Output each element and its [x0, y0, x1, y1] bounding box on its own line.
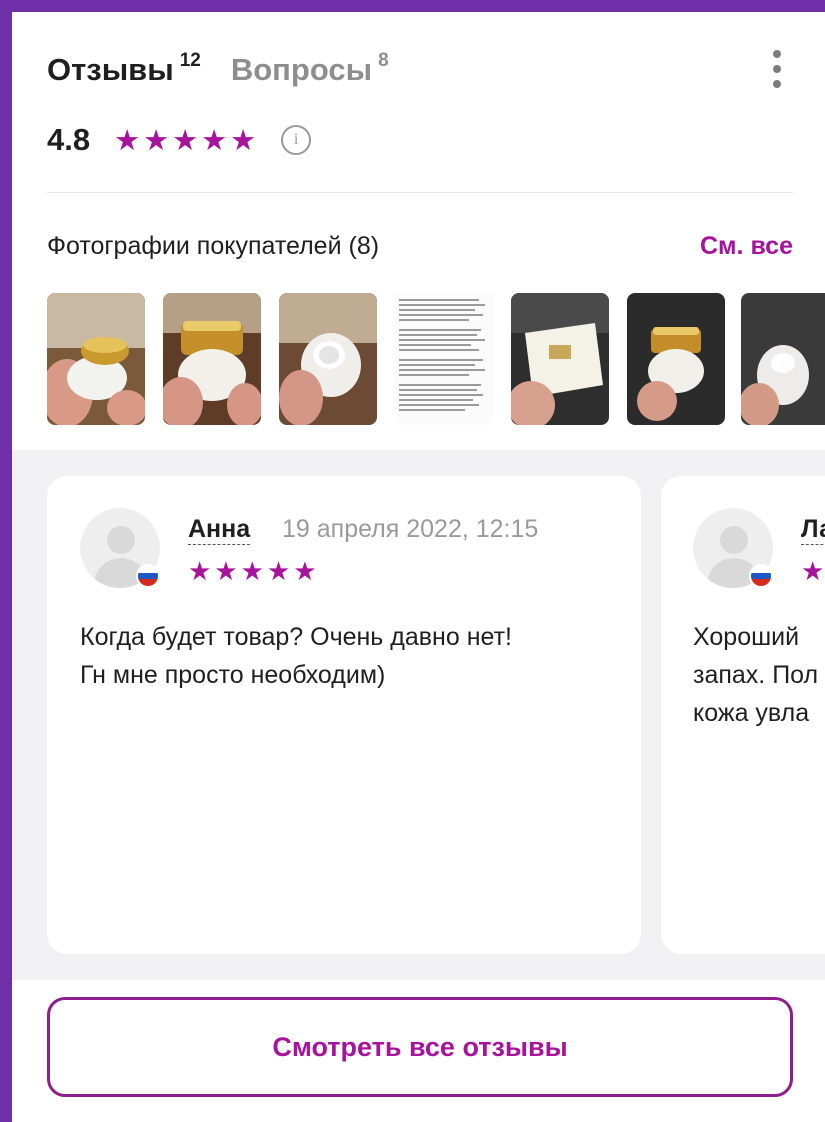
tab-reviews-count: 12 [179, 50, 201, 71]
review-date: 19 апреля 2022, 12:15 [282, 515, 539, 543]
review-text: Хороший запах. Пол кожа увла [693, 623, 819, 727]
more-vertical-icon [773, 50, 781, 58]
customer-photo[interactable] [511, 293, 609, 425]
customer-photo[interactable] [163, 293, 261, 425]
tab-questions-count: 8 [378, 50, 389, 71]
rating-summary: 4.8 ★★★★★ i [47, 120, 312, 160]
frame-left-border [0, 0, 12, 1122]
tab-questions[interactable]: Вопросы 8 [231, 50, 389, 90]
review-card[interactable]: Ла ★ Хороший запах. Пол кожа увла [661, 476, 825, 954]
customer-photo[interactable] [395, 293, 493, 425]
review-card[interactable]: Анна 19 апреля 2022, 12:15 ★★★★★ Когда б… [47, 476, 641, 954]
divider [47, 192, 793, 193]
tab-reviews-label: Отзывы [47, 52, 174, 87]
customer-photos-strip [47, 293, 825, 425]
reviews-tabs: Отзывы 12 Вопросы 8 [47, 50, 419, 90]
more-vertical-icon-dot [773, 80, 781, 88]
review-author[interactable]: Анна [188, 514, 251, 545]
customer-photo[interactable] [47, 293, 145, 425]
russia-flag-icon [136, 564, 160, 588]
more-menu-button[interactable] [762, 44, 792, 94]
see-all-reviews-label: Смотреть все отзывы [272, 1031, 568, 1062]
review-text: Когда будет товар? Очень давно нет! Гн м… [80, 623, 512, 689]
tab-questions-label: Вопросы [230, 52, 373, 87]
customer-photo[interactable] [627, 293, 725, 425]
tab-reviews[interactable]: Отзывы 12 [47, 50, 201, 90]
rating-stars: ★★★★★ [114, 124, 260, 157]
review-stars: ★ [801, 556, 825, 586]
info-icon[interactable]: i [281, 125, 312, 155]
frame-top-border [0, 0, 825, 12]
customer-photos-title: Фотографии покупателей (8) [47, 232, 380, 260]
customer-photo[interactable] [741, 293, 825, 425]
review-author[interactable]: Ла [801, 514, 825, 545]
russia-flag-icon [749, 564, 773, 588]
more-vertical-icon-dot [773, 65, 781, 73]
rating-value: 4.8 [47, 122, 91, 157]
see-all-photos-link[interactable]: См. все [700, 232, 793, 261]
customer-photo[interactable] [279, 293, 377, 425]
review-stars: ★★★★★ [188, 556, 320, 586]
see-all-reviews-button[interactable]: Смотреть все отзывы [47, 997, 793, 1097]
